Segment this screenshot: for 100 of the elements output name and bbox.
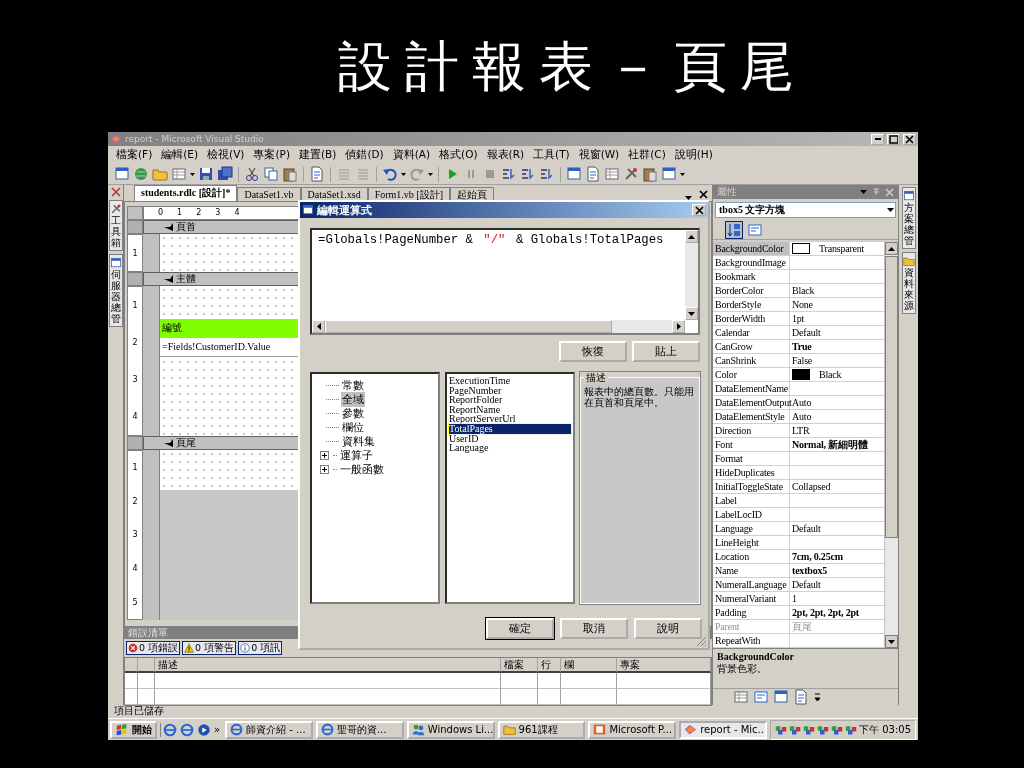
object-selector[interactable]: tbox5 文字方塊 — [715, 202, 896, 218]
dock-tab[interactable]: 資料來源 — [901, 252, 916, 314]
property-row[interactable]: BorderColor Black — [713, 284, 884, 298]
list-item[interactable]: ReportServerUrl — [449, 414, 571, 424]
taskbar-button[interactable]: 師資介紹 - ... — [225, 720, 313, 739]
tree-item[interactable]: 常數 — [341, 377, 365, 393]
dock-tab[interactable]: 伺服器總管 — [108, 254, 123, 327]
property-row[interactable]: BorderStyle None — [713, 298, 884, 312]
menu-item[interactable]: 報表(R) — [486, 148, 525, 162]
property-row[interactable]: Color Black — [713, 368, 884, 382]
category-tree[interactable]: 常數 全域 參數 欄位 資料集 運算子 一般函數 — [310, 372, 440, 604]
list-item[interactable]: Language — [449, 443, 571, 453]
list-item[interactable]: TotalPages — [449, 423, 571, 434]
horizontal-scrollbar[interactable] — [312, 320, 685, 333]
menu-item[interactable]: 視窗(W) — [578, 148, 620, 162]
property-row[interactable]: Font Normal, 新細明體 — [713, 438, 884, 452]
property-row[interactable]: BackgroundImage — [713, 256, 884, 270]
step-icon — [539, 166, 555, 182]
scrollbar[interactable] — [884, 242, 898, 648]
list-item[interactable]: ExecutionTime — [449, 376, 571, 386]
scroll-thumb[interactable] — [885, 256, 898, 538]
property-row[interactable]: Name textbox5 — [713, 564, 884, 578]
property-row[interactable]: Calendar Default — [713, 326, 884, 340]
taskbar-button[interactable]: 聖哥的資... — [315, 720, 404, 739]
list-item[interactable]: ReportName — [449, 404, 571, 415]
property-row[interactable]: LineHeight — [713, 536, 884, 550]
property-row[interactable]: Location 7cm, 0.25cm — [713, 550, 884, 564]
property-row[interactable]: Label — [713, 494, 884, 508]
scroll-up-button[interactable] — [885, 242, 898, 255]
close-button[interactable] — [692, 204, 706, 216]
tree-item[interactable]: 全域 — [341, 391, 365, 407]
dialog-button[interactable]: 貼上 — [632, 341, 700, 362]
menu-item[interactable]: 編輯(E) — [161, 148, 199, 162]
menu-item[interactable]: 社群(C) — [628, 148, 666, 162]
menu-item[interactable]: 檢視(V) — [207, 148, 245, 162]
filter-button[interactable]: 0 項警告 — [182, 641, 237, 655]
document-tab[interactable]: DataSet1.xsd — [300, 187, 368, 201]
list-item[interactable]: ReportFolder — [449, 395, 571, 405]
document-tab[interactable]: DataSet1.vb — [237, 187, 301, 201]
property-row[interactable]: DataElementOutputAuto — [713, 396, 884, 410]
ruler-label: 5 — [132, 597, 138, 607]
filter-button[interactable]: 0 項訊 — [238, 641, 283, 655]
property-row[interactable]: BackgroundColor Transparent — [713, 242, 884, 256]
menu-item[interactable]: 檔案(F) — [116, 148, 153, 162]
tree-item[interactable]: 一般函數 — [339, 461, 385, 477]
menu-item[interactable]: 資料(A) — [392, 148, 431, 162]
menu-item[interactable]: 建置(B) — [299, 148, 337, 162]
property-row[interactable]: Bookmark — [713, 270, 884, 284]
tree-item[interactable]: 欄位 — [341, 419, 365, 435]
member-list[interactable]: ExecutionTime PageNumber ReportFolder ReportName ReportServerUrl TotalPages UserID Language — [445, 372, 575, 604]
close-button[interactable] — [903, 133, 916, 145]
taskbar-button[interactable]: 961課程 — [497, 720, 586, 739]
property-row[interactable]: InitialToggleState Collapsed — [713, 480, 884, 494]
tree-item[interactable]: 資料集 — [341, 433, 376, 449]
expression-field[interactable]: =Globals!PageNumber & "/" & Globals!TotalPages — [310, 228, 700, 335]
property-row[interactable]: Format — [713, 452, 884, 466]
property-row[interactable]: Direction LTR — [713, 424, 884, 438]
scroll-left-button[interactable] — [312, 320, 325, 333]
dialog-button[interactable]: 說明 — [634, 618, 702, 639]
dock-tab[interactable]: 方案總管 — [901, 187, 916, 249]
taskbar-button[interactable]: Microsoft P... — [588, 720, 677, 739]
scroll-down-button[interactable] — [885, 635, 898, 648]
more-button[interactable]: » — [214, 724, 221, 735]
dialog-button[interactable]: 確定 — [486, 618, 554, 639]
document-tab[interactable]: Form1.vb [設計] — [367, 187, 450, 201]
menu-item[interactable]: 工具(T) — [533, 148, 570, 162]
filter-button[interactable]: 0 項錯誤 — [126, 641, 181, 655]
property-row[interactable]: BorderWidth 1pt — [713, 312, 884, 326]
menu-item[interactable]: 說明(H) — [674, 148, 713, 162]
dialog-button[interactable]: 取消 — [560, 618, 628, 639]
group-title: 描述 — [584, 372, 608, 383]
property-row[interactable]: Language Default — [713, 522, 884, 536]
property-row[interactable]: NumeralVariant 1 — [713, 592, 884, 606]
property-row[interactable]: RepeatWith — [713, 634, 884, 648]
start-button[interactable]: 開始 — [110, 720, 157, 739]
property-row[interactable]: DataElementStyle Auto — [713, 410, 884, 424]
property-row[interactable]: CanGrow True — [713, 340, 884, 354]
list-item[interactable]: PageNumber — [449, 385, 571, 396]
menu-item[interactable]: 偵錯(D) — [345, 148, 384, 162]
list-item[interactable]: UserID — [449, 433, 571, 444]
taskbar-button[interactable]: report - Mic... — [679, 720, 767, 739]
document-tab[interactable]: students.rdlc [設計]* — [134, 185, 238, 201]
taskbar-button[interactable]: Windows Li... — [406, 720, 495, 739]
document-tab[interactable]: 起始頁 — [450, 187, 494, 201]
property-row[interactable]: DataElementName — [713, 382, 884, 396]
scroll-right-button[interactable] — [672, 320, 685, 333]
tree-item[interactable]: 運算子 — [339, 447, 374, 463]
tree-item[interactable]: 參數 — [341, 405, 365, 421]
sort-button[interactable] — [725, 221, 743, 239]
maximize-button[interactable] — [887, 133, 900, 145]
menu-item[interactable]: 格式(O) — [439, 148, 478, 162]
property-row[interactable]: HideDuplicates — [713, 466, 884, 480]
dock-tab[interactable]: 工具箱 — [108, 200, 123, 251]
property-row[interactable]: Padding 2pt, 2pt, 2pt, 2pt — [713, 606, 884, 620]
dialog-button[interactable]: 恢復 — [559, 341, 627, 362]
property-row[interactable]: CanShrink False — [713, 354, 884, 368]
menu-item[interactable]: 專案(P) — [253, 148, 290, 162]
property-row[interactable]: NumeralLanguage Default — [713, 578, 884, 592]
property-row[interactable]: LabelLocID — [713, 508, 884, 522]
minimize-button[interactable] — [871, 133, 884, 145]
